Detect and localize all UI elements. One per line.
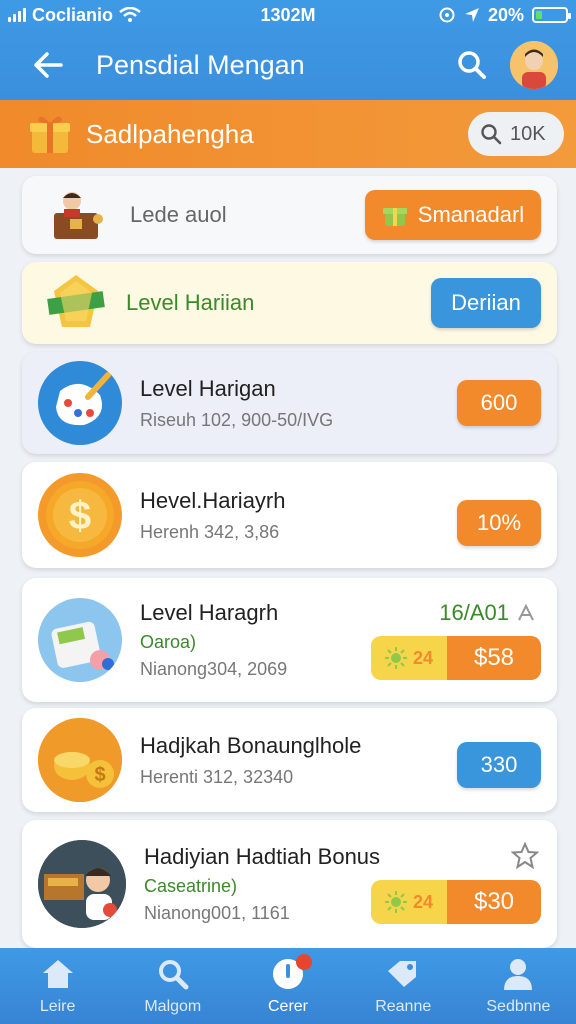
item-title: Hadjkah Bonaunglhole	[140, 732, 362, 758]
palette-icon	[38, 361, 122, 445]
svg-text:$: $	[69, 494, 91, 538]
battery-icon	[532, 7, 571, 23]
gift-icon	[30, 116, 70, 153]
item-title: Level Harigan	[140, 375, 276, 401]
search-icon	[481, 124, 502, 145]
list-item[interactable]: $ Hadjkah Bonaunglhole Herenti 312, 3234…	[22, 708, 557, 812]
reward-button[interactable]: 600	[457, 380, 541, 426]
reward-button[interactable]: 330	[457, 742, 541, 788]
battery-percent: 20%	[487, 4, 524, 25]
arrow-left-icon	[34, 52, 63, 78]
reward-button[interactable]: 10%	[457, 500, 541, 546]
item-subtitle: Riseuh 102, 900-50/IVG	[140, 409, 334, 430]
carrier-name: Coclianio	[32, 4, 114, 25]
location-arrow-icon	[464, 8, 479, 22]
clock: 1302M	[260, 4, 316, 25]
nav-label: Sedbnne	[486, 998, 551, 1015]
profile-icon	[504, 959, 533, 990]
item-subtitle: Herenh 342, 3,86	[140, 521, 280, 542]
notification-dot	[296, 954, 313, 970]
item-title: Lede auol	[130, 202, 227, 227]
bonus-button[interactable]: 24 $30	[371, 880, 541, 924]
up-caret-icon	[518, 604, 534, 621]
item-title: Level Hariian	[126, 290, 255, 315]
page-title: Pensdial Mengan	[96, 49, 305, 80]
level-badge-icon	[47, 275, 105, 327]
claim-button[interactable]: Smanadarl	[365, 190, 541, 240]
back-button[interactable]	[28, 45, 68, 85]
list-item[interactable]: Hadiyian Hadtiah Bonus Caseatrine) Niano…	[22, 820, 557, 948]
item-subtitle: Nianong001, 1161	[144, 903, 290, 923]
avatar[interactable]	[510, 41, 558, 89]
item-tag: Oaroa)	[140, 632, 197, 652]
dollar-coin-icon: $	[38, 473, 122, 557]
progress-text: 16/A01	[439, 600, 509, 625]
list-item[interactable]: Lede auol Smanadarl	[22, 176, 557, 254]
nav-item-search[interactable]: Malgom	[115, 948, 230, 1024]
wifi-icon	[119, 7, 141, 22]
star-outline-icon[interactable]	[511, 842, 539, 870]
list-item[interactable]: Level Hariian Deriian	[22, 262, 557, 344]
home-icon	[42, 960, 73, 988]
item-title: Level Haragrh	[140, 600, 279, 625]
search-button[interactable]	[452, 45, 492, 85]
progress-label: 16/A01	[439, 600, 535, 626]
reward-button-label: 10%	[476, 510, 522, 535]
nav-label: Leire	[39, 998, 76, 1015]
treasure-chest-icon	[54, 192, 103, 239]
reward-button-label: 330	[480, 752, 518, 777]
sync-icon	[439, 7, 455, 23]
banner-title: Sadlpahengha	[86, 118, 254, 149]
bottom-nav: Leire Malgom Cerer Reanne Sedbnne	[0, 948, 576, 1024]
status-bar: Coclianio 1302M 20%	[0, 0, 576, 30]
reward-button-label: 600	[480, 390, 518, 415]
bonus-amount: $58	[473, 644, 515, 671]
tag-icon	[388, 961, 417, 987]
action-button[interactable]: Deriian	[431, 278, 541, 328]
cash-register-icon	[38, 598, 122, 682]
signal-icon	[8, 8, 26, 22]
top-bar: Coclianio 1302M 20% Pensdial Mengan	[0, 0, 576, 100]
nav-label: Cerer	[268, 998, 309, 1015]
bonus-count: 24	[412, 891, 434, 912]
rewards-banner: Sadlpahengha 10K	[0, 100, 576, 168]
coins-icon: $	[38, 718, 122, 802]
claim-button-label: Smanadarl	[417, 202, 525, 227]
sun-icon	[384, 647, 407, 669]
banner-search-pill[interactable]: 10K	[468, 112, 564, 156]
app-header: Pensdial Mengan	[0, 30, 576, 100]
search-icon	[158, 960, 189, 990]
bonus-count: 24	[412, 647, 434, 668]
gift-box-icon	[382, 208, 407, 226]
item-title: Hadiyian Hadtiah Bonus	[144, 844, 381, 869]
banner-pill-label: 10K	[510, 122, 546, 145]
item-subtitle: Herenti 312, 32340	[140, 766, 294, 787]
nav-item-tag[interactable]: Reanne	[346, 948, 461, 1024]
action-button-label: Deriian	[451, 290, 521, 315]
nav-item-home[interactable]: Leire	[0, 948, 115, 1024]
list-item[interactable]: Level Haragrh Oaroa) Nianong304, 2069 16…	[22, 578, 557, 702]
nav-item-profile[interactable]: Sedbnne	[461, 948, 576, 1024]
list-item[interactable]: $ Hevel.Hariayrh Herenh 342, 3,86 10%	[22, 462, 557, 568]
item-subtitle: Nianong304, 2069	[140, 659, 288, 679]
item-tag: Caseatrine)	[144, 876, 238, 896]
bonus-amount: $30	[473, 888, 515, 915]
item-title: Hevel.Hariayrh	[140, 487, 286, 513]
search-icon	[458, 51, 486, 79]
svg-text:$: $	[94, 764, 105, 786]
nav-label: Malgom	[144, 998, 202, 1015]
cashier-character-icon	[38, 840, 126, 928]
nav-label: Reanne	[375, 998, 432, 1015]
nav-item-center[interactable]: Cerer	[230, 948, 345, 1024]
bonus-button[interactable]: 24 $58	[371, 636, 541, 680]
sun-icon	[384, 891, 407, 913]
user-avatar-icon	[510, 41, 558, 89]
list-item[interactable]: Level Harigan Riseuh 102, 900-50/IVG 600	[22, 352, 557, 454]
